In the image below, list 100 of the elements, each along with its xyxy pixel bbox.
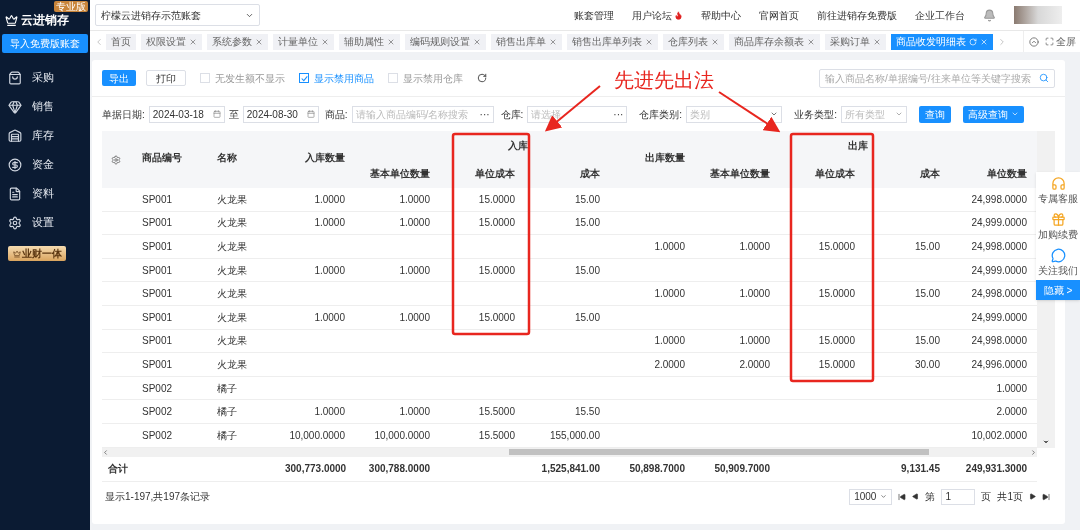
- tab[interactable]: 采购订单: [825, 33, 886, 50]
- table-cell: 10,000.0000: [289, 429, 345, 441]
- tab[interactable]: 计量单位: [273, 33, 334, 50]
- group-header: 出库: [847, 138, 868, 153]
- scroll-left-icon[interactable]: [94, 36, 104, 47]
- bell-icon[interactable]: [983, 8, 996, 22]
- table-row[interactable]: SP001 火龙果 2.0000 2.0000 15.0000 30.00 24,996.0000: [102, 353, 1037, 377]
- close-icon[interactable]: [255, 37, 263, 46]
- headset-icon: [1050, 176, 1066, 191]
- more-button[interactable]: ···: [479, 106, 490, 122]
- sidebar-item[interactable]: 采购: [0, 63, 90, 92]
- table-cell: 火龙果: [217, 358, 247, 370]
- tab[interactable]: 首页: [106, 33, 136, 50]
- previous-page-icon[interactable]: [912, 493, 920, 501]
- first-page-icon[interactable]: [898, 492, 907, 501]
- collapse-icon[interactable]: [1029, 36, 1039, 47]
- table-cell: 10,002.0000: [971, 429, 1027, 441]
- page-field[interactable]: 1: [941, 488, 976, 505]
- sidebar-item[interactable]: 设置: [0, 208, 90, 237]
- table-cell: 15.00: [914, 288, 940, 300]
- table-row[interactable]: SP001 火龙果 1.0000 1.0000 15.0000 15.00 24,998.0000: [102, 329, 1037, 354]
- close-icon[interactable]: [189, 37, 197, 46]
- table-row[interactable]: SP001 火龙果 1.0000 1.0000 15.0000 15.00 24,998.0000: [102, 235, 1037, 259]
- sidebar-item[interactable]: 销售: [0, 92, 90, 121]
- table-cell: 橘子: [217, 429, 237, 441]
- table-row[interactable]: SP002 橘子 1.0000 1.0000 15.5000 15.50 2.0000: [102, 400, 1037, 424]
- float-panel-item[interactable]: 专属客服: [1036, 172, 1080, 208]
- float-panel-item[interactable]: 关注我们: [1036, 244, 1080, 280]
- tab[interactable]: 销售出库单: [491, 33, 562, 50]
- checkbox[interactable]: [299, 73, 309, 83]
- top-link[interactable]: 用户论坛: [632, 7, 683, 23]
- sidebar-item[interactable]: 库存: [0, 121, 90, 150]
- close-icon[interactable]: [321, 37, 329, 46]
- date-field[interactable]: 2024-03-18: [148, 105, 225, 123]
- table-cell: 火龙果: [217, 288, 247, 300]
- page-size-select[interactable]: 1000: [849, 488, 893, 505]
- top-link[interactable]: 帮助中心: [701, 7, 741, 23]
- avatar[interactable]: [1014, 6, 1062, 24]
- tab[interactable]: 销售出库单列表: [567, 33, 658, 50]
- sidebar-item[interactable]: 资金: [0, 150, 90, 179]
- warehouse-field[interactable]: 请选择 ···: [527, 105, 628, 123]
- table-row[interactable]: SP001 火龙果 1.0000 1.0000 15.0000 15.00 24,998.0000: [102, 188, 1037, 212]
- table-cell: 火龙果: [217, 335, 247, 347]
- scroll-right-icon[interactable]: [997, 36, 1007, 47]
- search-field[interactable]: 输入商品名称/单据编号/往来单位等关键字搜索: [819, 68, 1055, 88]
- refresh-icon[interactable]: [477, 73, 487, 83]
- close-icon[interactable]: [549, 37, 557, 46]
- last-page-icon[interactable]: [1042, 492, 1050, 501]
- table-row[interactable]: SP001 火龙果 1.0000 1.0000 15.0000 15.00 24,999.0000: [102, 211, 1037, 236]
- scroll-right-icon[interactable]: [1030, 448, 1037, 456]
- tab[interactable]: 辅助属性: [339, 33, 400, 50]
- column-header: 单位数量: [987, 167, 1027, 181]
- sidebar-item[interactable]: 资料: [0, 179, 90, 208]
- top-link[interactable]: 企业工作台: [915, 7, 965, 23]
- tab[interactable]: 商品库存余额表: [729, 33, 820, 50]
- checkbox-label: 显示禁用仓库: [403, 71, 463, 86]
- chat-icon: [1050, 248, 1066, 263]
- tab[interactable]: 权限设置: [141, 33, 202, 50]
- close-icon[interactable]: [807, 37, 815, 46]
- tab[interactable]: 仓库列表: [663, 33, 724, 50]
- bag-icon: [8, 70, 22, 85]
- horizontal-scrollbar[interactable]: [102, 447, 1037, 457]
- column-header: 单位成本: [815, 167, 855, 181]
- tab[interactable]: 系统参数: [207, 33, 268, 50]
- table-row[interactable]: SP001 火龙果 1.0000 1.0000 15.0000 15.00 24,999.0000: [102, 305, 1037, 330]
- table-cell: 火龙果: [217, 217, 247, 229]
- next-page-icon[interactable]: [1029, 493, 1036, 501]
- table-row[interactable]: SP001 火龙果 1.0000 1.0000 15.0000 15.00 24,999.0000: [102, 258, 1037, 283]
- table-cell: 24,996.0000: [971, 358, 1027, 370]
- close-icon[interactable]: [473, 37, 481, 46]
- tab[interactable]: 编码规则设置: [405, 33, 486, 50]
- table-row[interactable]: SP001 火龙果 1.0000 1.0000 15.0000 15.00 24,998.0000: [102, 282, 1037, 306]
- table-row[interactable]: SP002 橘子 10,000.0000 10,000.0000 15.5000 155,000.00 10,002.0000: [102, 423, 1037, 448]
- search-icon[interactable]: [1039, 73, 1049, 83]
- top-link[interactable]: 前往进销存免费版: [817, 7, 897, 23]
- settings-icon[interactable]: [111, 154, 121, 165]
- table-row[interactable]: SP002 橘子 1.0000: [102, 376, 1037, 401]
- promo-text: 业财一体: [21, 247, 62, 261]
- promo-badge[interactable]: 业财一体: [8, 246, 66, 261]
- close-icon[interactable]: [711, 37, 719, 46]
- account-select[interactable]: 柠檬云进销存示范账套: [95, 4, 260, 26]
- date-field[interactable]: 2024-08-30: [242, 105, 319, 123]
- top-link[interactable]: 官网首页: [759, 7, 799, 23]
- close-icon[interactable]: [980, 37, 988, 46]
- more-button[interactable]: ···: [613, 106, 624, 122]
- filter-label: 单据日期:: [102, 107, 145, 122]
- column-header: 单位成本: [475, 167, 515, 181]
- table-cell: 1.0000: [314, 264, 345, 276]
- close-icon[interactable]: [645, 37, 653, 46]
- float-panel-item[interactable]: 加购续费: [1036, 208, 1080, 244]
- table-cell: 24,998.0000: [971, 241, 1027, 252]
- close-icon[interactable]: [387, 37, 395, 46]
- close-icon[interactable]: [873, 37, 881, 46]
- group-header: 入库: [507, 138, 528, 153]
- fullscreen-icon: [1045, 37, 1054, 46]
- scroll-left-icon[interactable]: [102, 448, 109, 456]
- top-link[interactable]: 账套管理: [574, 7, 614, 23]
- filter-label: 仓库类别:: [639, 107, 683, 122]
- fullscreen-button[interactable]: 全屏: [1045, 34, 1076, 49]
- print-button[interactable]: 打印: [146, 70, 186, 86]
